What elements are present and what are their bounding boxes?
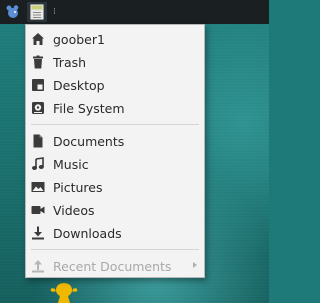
places-drive-icon: [30, 4, 44, 20]
drive-icon: [30, 100, 46, 116]
menu-item-label: Pictures: [53, 179, 103, 195]
menu-item-trash[interactable]: Trash: [26, 51, 204, 73]
menu-item-desktop[interactable]: Desktop: [26, 74, 204, 96]
menu-separator: [31, 124, 199, 125]
menu-item-label: goober1: [53, 31, 105, 47]
video-icon: [30, 202, 46, 218]
menu-item-label: Videos: [53, 202, 95, 218]
places-menu: goober1 Trash Desktop File System Docume…: [25, 24, 205, 278]
menu-item-videos[interactable]: Videos: [26, 199, 204, 221]
menu-item-label: Trash: [53, 54, 87, 70]
recent-icon: [30, 258, 46, 274]
whisker-menu-button[interactable]: [3, 2, 23, 22]
menu-item-label: File System: [53, 100, 125, 116]
top-panel: ⁞: [0, 0, 269, 24]
menu-item-downloads[interactable]: Downloads: [26, 222, 204, 244]
menu-item-pictures[interactable]: Pictures: [26, 176, 204, 198]
places-menu-button[interactable]: [27, 2, 47, 22]
submenu-arrow-icon: [193, 262, 197, 268]
menu-item-label: Downloads: [53, 225, 122, 241]
image-icon: [30, 179, 46, 195]
menu-item-recent-documents[interactable]: Recent Documents: [26, 255, 204, 277]
desktop-icon: [30, 77, 46, 93]
panel-separator: ⁞: [53, 7, 56, 17]
home-icon: [30, 31, 46, 47]
menu-item-label: Recent Documents: [53, 258, 172, 274]
download-icon: [30, 225, 46, 241]
whisker-mouse-icon: [6, 5, 19, 18]
menu-item-label: Documents: [53, 133, 125, 149]
desktop-mascot-icon: [50, 283, 78, 303]
menu-separator: [31, 249, 199, 250]
document-icon: [30, 133, 46, 149]
menu-item-home[interactable]: goober1: [26, 28, 204, 50]
menu-item-label: Music: [53, 156, 89, 172]
music-icon: [30, 156, 46, 172]
trash-icon: [30, 54, 46, 70]
menu-item-music[interactable]: Music: [26, 153, 204, 175]
menu-item-label: Desktop: [53, 77, 105, 93]
menu-item-documents[interactable]: Documents: [26, 130, 204, 152]
menu-item-file-system[interactable]: File System: [26, 97, 204, 119]
